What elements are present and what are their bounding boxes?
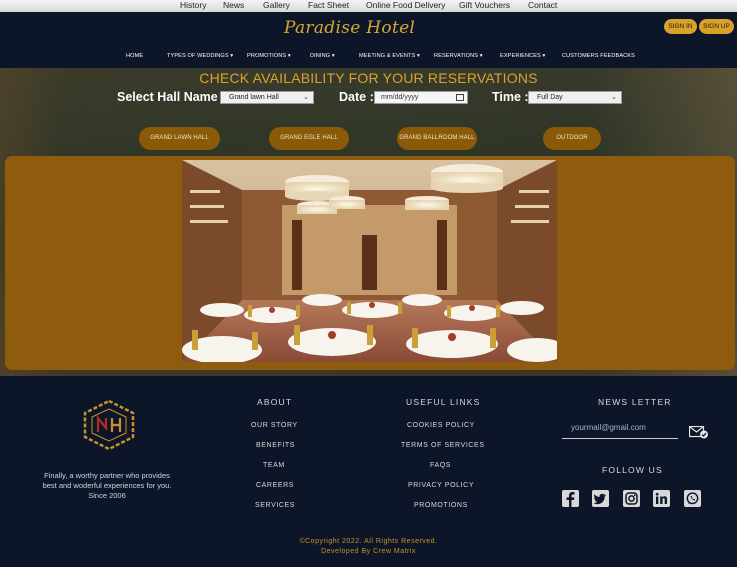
topbar-link-food-delivery[interactable]: Online Food Delivery — [366, 0, 445, 11]
date-input-value: mm/dd/yyyy — [381, 94, 419, 101]
date-label: Date : — [339, 90, 374, 104]
hall-button-grand-ballroom[interactable]: GRAND BALLROOM HALL — [397, 127, 477, 150]
footer-link-our-story[interactable]: OUR STORY — [251, 422, 298, 429]
footer-link-faqs[interactable]: FAQS — [430, 462, 451, 469]
hall-button-grand-lawn[interactable]: GRAND LAWN HALL — [139, 127, 220, 150]
hall-button-outdoor[interactable]: OUTDOOR — [543, 127, 601, 150]
topbar-link-gift-vouchers[interactable]: Gift Vouchers — [459, 0, 510, 11]
nav-item-meeting-events[interactable]: MEETING & EVENTS ▾ — [359, 53, 420, 59]
main-nav: HOME TYPES OF WEDDINGS ▾ PROMOTIONS ▾ DI… — [0, 53, 737, 63]
instagram-icon[interactable] — [623, 490, 640, 507]
newsletter-heading: NEWS LETTER — [598, 397, 672, 407]
top-utility-bar: History News Gallery Fact Sheet Online F… — [0, 0, 737, 12]
copyright-text: ©Copyright 2022. All Rights Reserved. — [299, 538, 438, 545]
chevron-down-icon: ⌄ — [611, 94, 617, 101]
twitter-icon[interactable] — [592, 490, 609, 507]
footer-link-team[interactable]: TEAM — [263, 462, 285, 469]
reservation-section: CHECK AVAILABILITY FOR YOUR RESERVATIONS… — [0, 68, 737, 376]
site-logo[interactable]: Paradise Hotel — [284, 18, 415, 38]
sign-up-button[interactable]: SIGN UP — [699, 19, 734, 34]
nav-item-customers-feedbacks[interactable]: CUSTOMERS FEEDBACKS — [562, 53, 635, 59]
hall-preview-panel — [5, 156, 735, 370]
facebook-icon[interactable] — [562, 490, 579, 507]
topbar-link-news[interactable]: News — [223, 0, 244, 11]
newsletter-email-input[interactable]: yourmail@gmail.com — [562, 420, 678, 439]
footer-link-terms[interactable]: TERMS OF SERVICES — [401, 442, 485, 449]
time-select[interactable]: Full Day ⌄ — [528, 91, 622, 104]
footer-link-careers[interactable]: CAREERS — [256, 482, 294, 489]
since-text: Since 2006 — [88, 491, 126, 500]
tagline-text: Finally, a worthy partner who provides b… — [42, 471, 172, 490]
hall-name-label: Select Hall Name : — [117, 90, 226, 104]
whatsapp-icon[interactable] — [684, 490, 701, 507]
footer-link-benefits[interactable]: BENEFITS — [256, 442, 295, 449]
time-label: Time : — [492, 90, 529, 104]
footer-link-services[interactable]: SERVICES — [255, 502, 295, 509]
nav-item-dining[interactable]: DINING ▾ — [310, 53, 335, 59]
hall-button-grand-egle[interactable]: GRAND EGLE HALL — [269, 127, 349, 150]
chevron-down-icon: ⌄ — [303, 94, 309, 101]
send-mail-icon[interactable] — [689, 426, 709, 439]
footer-tagline: Finally, a worthy partner who provides b… — [40, 471, 174, 501]
nav-item-experiences[interactable]: EXPERIENCES ▾ — [500, 53, 545, 59]
topbar-link-contact[interactable]: Contact — [528, 0, 557, 11]
hall-select[interactable]: Grand lawn Hall ⌄ — [220, 91, 314, 104]
reservation-title: CHECK AVAILABILITY FOR YOUR RESERVATIONS — [199, 70, 538, 86]
linkedin-icon[interactable] — [653, 490, 670, 507]
sign-in-button[interactable]: SIGN IN — [664, 19, 697, 34]
useful-links-heading: USEFUL LINKS — [406, 397, 481, 407]
site-header: Paradise Hotel SIGN IN SIGN UP HOME TYPE… — [0, 12, 737, 68]
topbar-link-fact-sheet[interactable]: Fact Sheet — [308, 0, 349, 11]
footer-link-privacy-policy[interactable]: PRIVACY POLICY — [408, 482, 474, 489]
ballroom-photo — [182, 160, 557, 362]
follow-us-heading: FOLLOW US — [602, 465, 663, 475]
developed-by-text: Developed By Crew Matrix — [321, 548, 416, 555]
footer-copyright: ©Copyright 2022. All Rights Reserved. De… — [0, 537, 737, 557]
footer-link-promotions[interactable]: PROMOTIONS — [414, 502, 468, 509]
date-input[interactable]: mm/dd/yyyy — [374, 91, 468, 104]
about-heading: ABOUT — [257, 397, 293, 407]
topbar-link-gallery[interactable]: Gallery — [263, 0, 290, 11]
nav-item-home[interactable]: HOME — [126, 53, 143, 59]
footer-link-cookies-policy[interactable]: COOKIES POLICY — [407, 422, 475, 429]
nav-item-types-of-weddings[interactable]: TYPES OF WEDDINGS ▾ — [167, 53, 233, 59]
nav-item-reservations[interactable]: RESERVATIONS ▾ — [434, 53, 483, 59]
time-select-value: Full Day — [537, 94, 563, 101]
calendar-icon[interactable] — [456, 94, 464, 101]
hall-select-value: Grand lawn Hall — [229, 94, 279, 101]
site-footer: Finally, a worthy partner who provides b… — [0, 376, 737, 567]
hotel-logo-icon[interactable] — [79, 398, 139, 452]
topbar-link-history[interactable]: History — [180, 0, 206, 11]
nav-item-promotions[interactable]: PROMOTIONS ▾ — [247, 53, 291, 59]
